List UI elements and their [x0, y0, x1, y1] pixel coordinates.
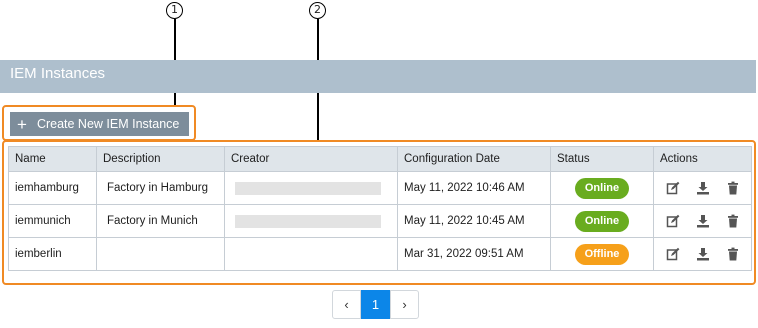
instance-actions — [653, 204, 752, 238]
instance-status-cell: Online — [550, 204, 654, 238]
download-icon[interactable] — [696, 247, 710, 261]
column-header-actions: Actions — [653, 146, 752, 172]
pagination-prev-button[interactable]: ‹ — [332, 290, 361, 319]
redacted-creator — [235, 181, 381, 195]
callout-1: 1 — [166, 2, 183, 19]
instance-name: iemhamburg — [8, 171, 97, 205]
trash-icon[interactable] — [726, 247, 740, 261]
column-header-description[interactable]: Description — [96, 146, 225, 172]
page-header: IEM Instances — [0, 60, 756, 93]
pagination-next-button[interactable]: › — [390, 290, 419, 319]
instance-creator — [224, 237, 398, 271]
instance-status-cell: Online — [550, 171, 654, 205]
status-badge: Online — [575, 177, 629, 199]
instance-description: Factory in Munich — [96, 204, 225, 238]
instance-status-cell: Offline — [550, 237, 654, 271]
status-badge: Online — [575, 210, 629, 232]
instance-configuration-date: May 11, 2022 10:46 AM — [397, 171, 551, 205]
plus-icon: + — [17, 114, 27, 134]
column-header-configuration-date[interactable]: Configuration Date — [397, 146, 551, 172]
edit-icon[interactable] — [666, 247, 680, 261]
instance-configuration-date: May 11, 2022 10:45 AM — [397, 204, 551, 238]
instance-creator — [224, 204, 398, 238]
instance-configuration-date: Mar 31, 2022 09:51 AM — [397, 237, 551, 271]
instance-actions — [653, 171, 752, 205]
pagination-page-1[interactable]: 1 — [361, 290, 390, 319]
table-row[interactable]: iemhamburg Factory in Hamburg May 11, 20… — [8, 171, 752, 205]
trash-icon[interactable] — [726, 181, 740, 195]
callout-2: 2 — [309, 2, 326, 19]
column-header-name[interactable]: Name — [8, 146, 97, 172]
table-row[interactable]: iemmunich Factory in Munich May 11, 2022… — [8, 204, 752, 238]
edit-icon[interactable] — [666, 214, 680, 228]
instance-description: Factory in Hamburg — [96, 171, 225, 205]
instance-creator — [224, 171, 398, 205]
create-instance-label: Create New IEM Instance — [36, 117, 180, 131]
page-title: IEM Instances — [10, 65, 106, 82]
instance-actions — [653, 237, 752, 271]
trash-icon[interactable] — [726, 214, 740, 228]
download-icon[interactable] — [696, 181, 710, 195]
download-icon[interactable] — [696, 214, 710, 228]
create-instance-button[interactable]: + Create New IEM Instance — [10, 112, 189, 136]
instance-name: iemberlin — [8, 237, 97, 271]
instance-name: iemmunich — [8, 204, 97, 238]
pagination: ‹ 1 › — [332, 290, 419, 319]
instance-description — [96, 237, 225, 271]
table-row[interactable]: iemberlin Mar 31, 2022 09:51 AM Offline — [8, 237, 752, 271]
edit-icon[interactable] — [666, 181, 680, 195]
table-header-row: Name Description Creator Configuration D… — [8, 146, 752, 172]
status-badge: Offline — [575, 243, 629, 265]
redacted-creator — [235, 214, 381, 228]
instances-table: Name Description Creator Configuration D… — [8, 146, 752, 271]
column-header-status[interactable]: Status — [550, 146, 654, 172]
column-header-creator[interactable]: Creator — [224, 146, 398, 172]
